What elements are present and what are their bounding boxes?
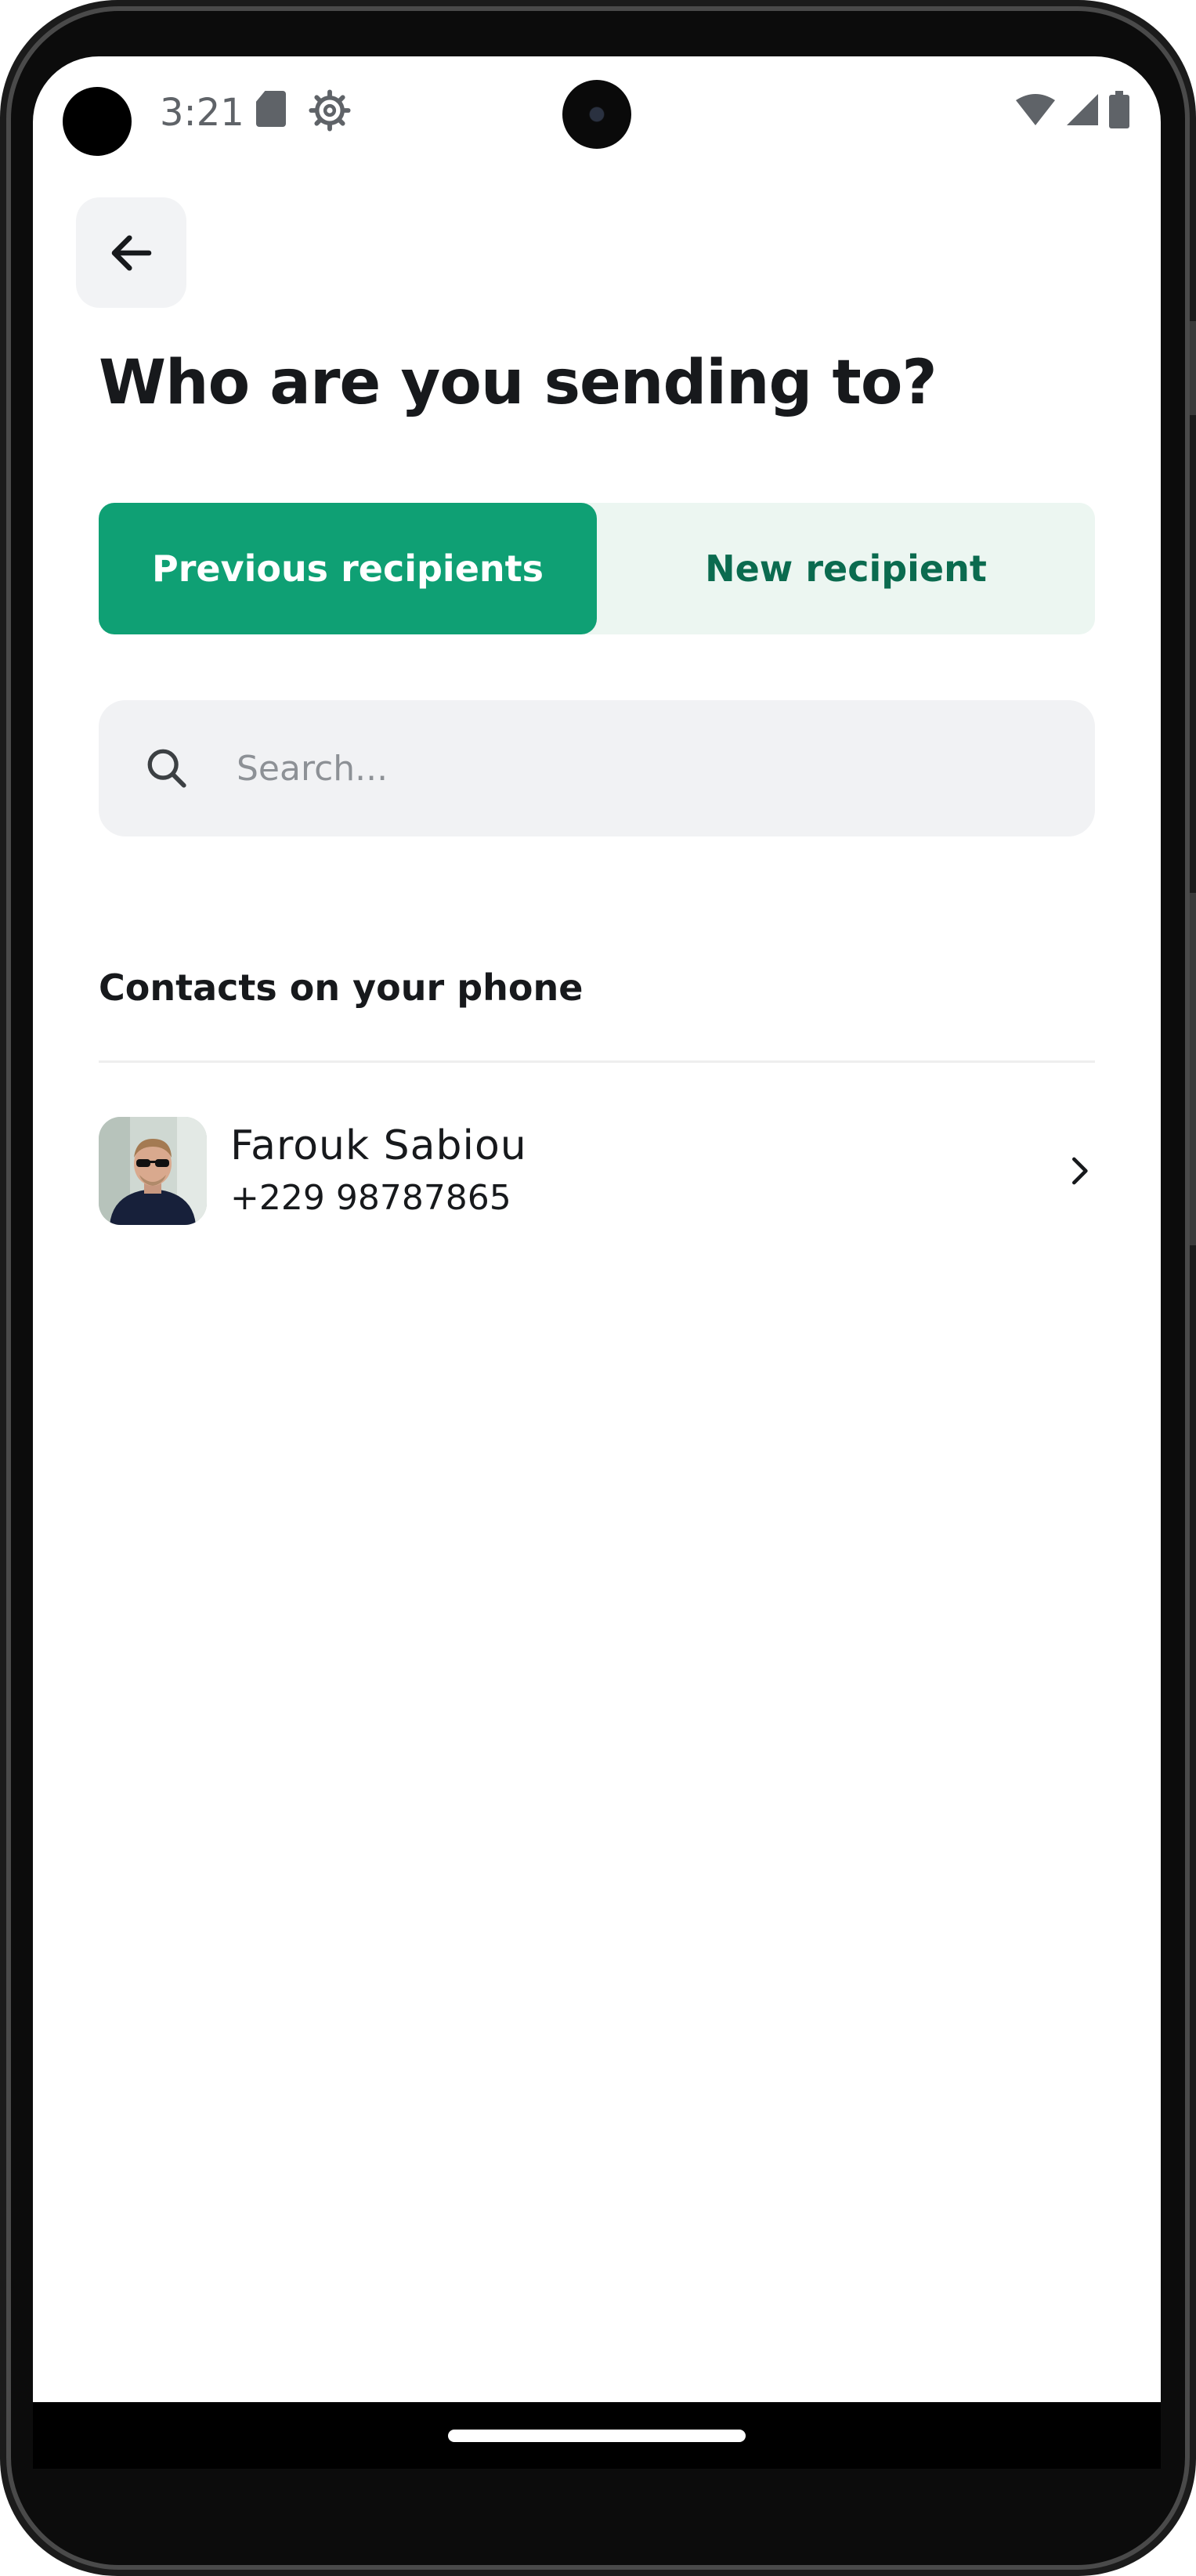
contacts-section-title: Contacts on your phone — [99, 966, 584, 1009]
contact-phone: +229 98787865 — [230, 1178, 511, 1218]
wifi-icon — [1016, 94, 1055, 125]
avatar — [99, 1117, 207, 1225]
tab-previous-recipients[interactable]: Previous recipients — [99, 503, 597, 634]
status-bar: 3:21 — [33, 56, 1161, 166]
front-camera — [562, 80, 631, 149]
chevron-right-icon — [1072, 1157, 1088, 1185]
back-button[interactable] — [76, 197, 186, 308]
tab-new-recipient[interactable]: New recipient — [597, 503, 1095, 634]
notification-dot — [63, 87, 132, 156]
search-input[interactable] — [235, 747, 1021, 789]
search-icon — [147, 749, 186, 788]
status-time: 3:21 — [160, 91, 244, 135]
settings-gear-icon — [309, 89, 351, 132]
contact-row[interactable]: Farouk Sabiou +229 98787865 — [99, 1115, 1095, 1227]
sd-card-icon — [256, 91, 286, 127]
contact-text: Farouk Sabiou +229 98787865 — [230, 1118, 1064, 1223]
status-icons — [1015, 91, 1129, 128]
cellular-signal-icon — [1067, 94, 1098, 125]
search-bar[interactable] — [99, 700, 1095, 836]
page-title: Who are you sending to? — [99, 348, 938, 418]
system-navigation-bar — [33, 2402, 1161, 2469]
side-button — [1190, 321, 1196, 415]
side-button — [1190, 1026, 1196, 1245]
phone-frame: 3:21 Who are you sending to? Previous re… — [0, 0, 1196, 2576]
contact-name: Farouk Sabiou — [230, 1122, 527, 1169]
divider — [99, 1060, 1095, 1063]
home-gesture-handle[interactable] — [448, 2430, 746, 2442]
app-screen: 3:21 Who are you sending to? Previous re… — [33, 56, 1161, 2469]
arrow-left-icon — [111, 234, 151, 271]
side-button — [1190, 893, 1196, 1026]
battery-icon — [1109, 91, 1129, 128]
user-photo — [99, 1117, 207, 1225]
recipient-tabs: Previous recipients New recipient — [99, 503, 1095, 634]
